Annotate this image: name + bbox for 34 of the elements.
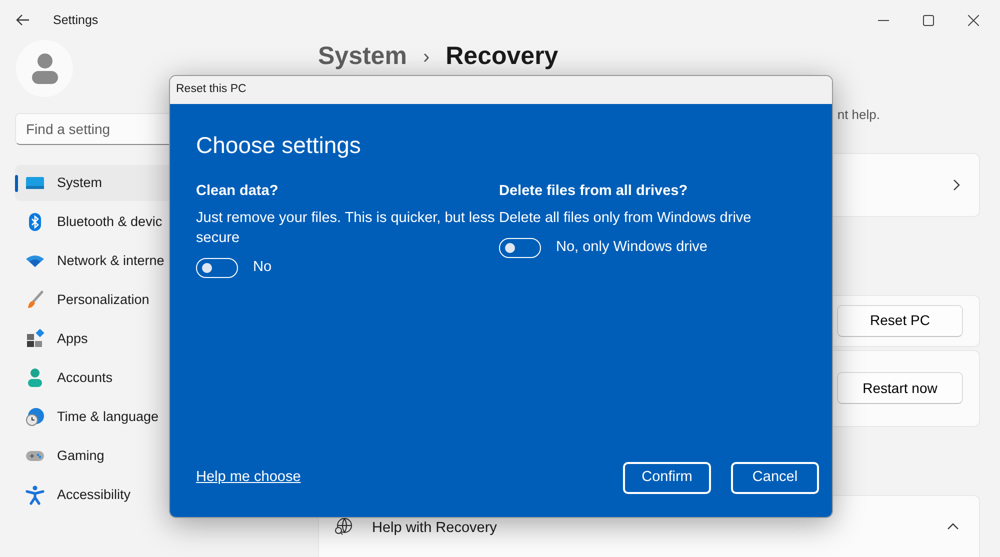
window-title: Settings [53, 12, 98, 29]
nav-item[interactable]: Personalization [15, 282, 285, 318]
description-text: nt help. [837, 106, 880, 124]
nav-item[interactable]: Apps [15, 321, 285, 357]
option-description: Just remove your files. This is quicker, but less secure [196, 209, 496, 248]
dialog-button[interactable]: Confirm [623, 462, 711, 494]
option-title: Clean data? [196, 182, 280, 200]
card-title: Help with Recovery [372, 518, 497, 538]
page-title: Recovery [446, 44, 558, 69]
maximize-icon[interactable] [923, 14, 934, 26]
action-button[interactable]: Reset PC [837, 304, 963, 336]
globe-search-icon [335, 518, 352, 534]
apps-icon [25, 329, 45, 349]
action-button[interactable]: Restart now [837, 372, 963, 404]
nav-item[interactable]: Accounts [15, 360, 285, 396]
accessibility-icon [25, 485, 45, 505]
brush-icon [25, 290, 45, 310]
close-icon[interactable] [968, 14, 979, 26]
option-description: Delete all files only from Windows drive [499, 209, 752, 228]
toggle-label: No, only Windows drive [556, 238, 708, 258]
back-icon[interactable] [16, 14, 29, 26]
option-title: Delete files from all drives? [499, 182, 689, 200]
toggle-switch[interactable] [499, 238, 541, 258]
help-link[interactable]: Help me choose [196, 467, 301, 489]
toggle-switch[interactable] [196, 258, 238, 278]
dialog-button[interactable]: Cancel [731, 462, 819, 494]
globe-clock-icon [25, 407, 45, 427]
dialog-title: Reset this PC [176, 83, 246, 95]
person-icon [25, 368, 45, 388]
breadcrumb-link[interactable]: System [318, 44, 407, 69]
breadcrumb-separator: › [422, 46, 430, 66]
chevron-up-icon[interactable] [947, 522, 959, 530]
chevron-right-icon[interactable] [953, 178, 960, 190]
toggle-label: No [253, 258, 272, 278]
